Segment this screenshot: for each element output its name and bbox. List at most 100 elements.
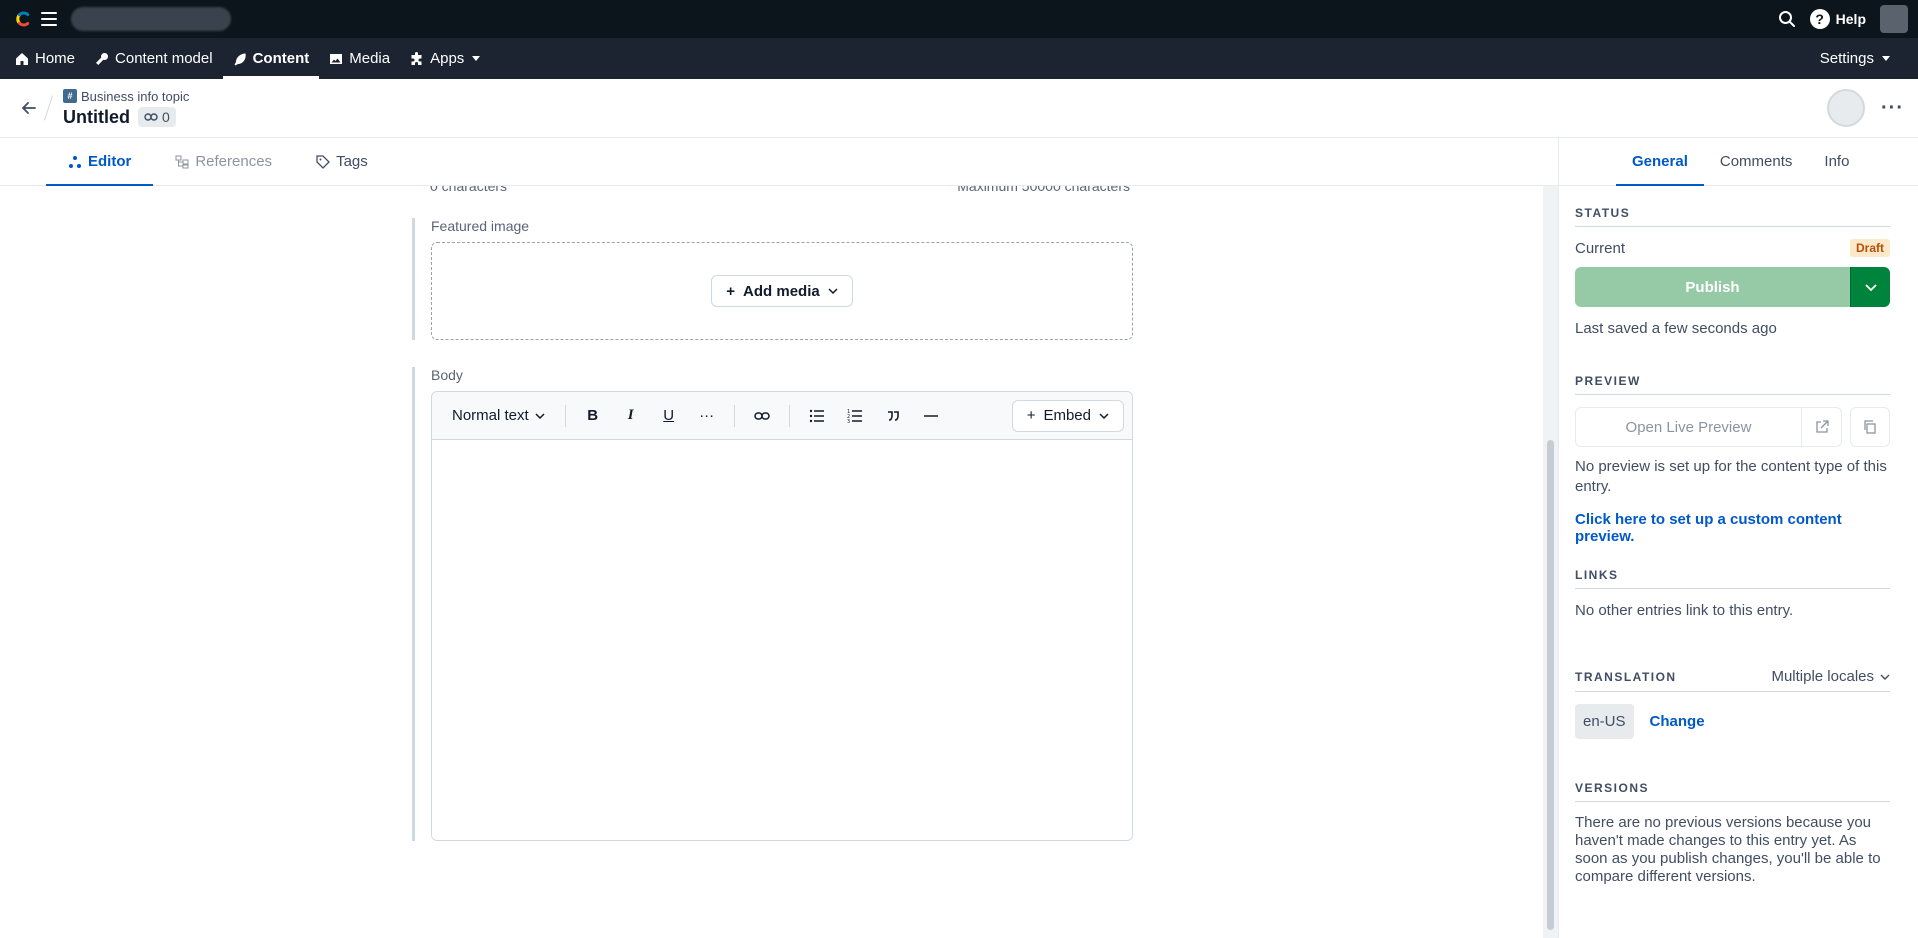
body-label: Body <box>431 367 463 383</box>
setup-preview-link[interactable]: Click here to set up a custom content pr… <box>1575 511 1890 545</box>
scrollbar-thumb[interactable] <box>1547 440 1554 930</box>
character-count: 0 characters <box>430 186 508 194</box>
editor-icon <box>69 155 81 168</box>
collaborator-avatar[interactable] <box>1827 89 1866 127</box>
media-dropzone[interactable]: + Add media <box>431 242 1133 340</box>
text-style-dropdown[interactable]: Normal text <box>440 407 557 424</box>
nav-content-label: Content <box>252 50 310 67</box>
nav-apps[interactable]: Apps <box>400 38 490 79</box>
bulleted-list-icon[interactable] <box>798 400 836 432</box>
link-count-badge[interactable]: 0 <box>138 107 176 127</box>
references-icon <box>175 155 189 168</box>
featured-image-field: Featured image + Add media <box>412 218 1133 340</box>
tab-references-label: References <box>195 153 273 170</box>
nav-content[interactable]: Content <box>222 38 320 79</box>
chevron-down-icon <box>1882 56 1890 61</box>
text-style-label: Normal text <box>452 407 529 424</box>
search-icon[interactable] <box>1778 10 1796 28</box>
add-media-button[interactable]: + Add media <box>711 275 853 307</box>
chevron-down-icon <box>472 56 481 61</box>
wrench-icon <box>96 52 109 65</box>
add-media-label: Add media <box>743 282 820 300</box>
menu-icon[interactable] <box>41 12 57 26</box>
home-icon <box>16 52 28 65</box>
entry-sidebar: General Comments Info STATUS Current Dra… <box>1558 138 1918 938</box>
featured-image-label: Featured image <box>431 218 530 234</box>
back-arrow-icon[interactable] <box>20 99 38 117</box>
nav-apps-label: Apps <box>430 50 465 67</box>
versions-heading: VERSIONS <box>1575 781 1890 802</box>
plus-icon: + <box>1026 407 1036 424</box>
tab-editor-label: Editor <box>88 153 132 170</box>
quote-icon[interactable] <box>874 400 912 432</box>
embed-button[interactable]: + Embed <box>1011 399 1124 432</box>
tab-general[interactable]: General <box>1616 138 1704 186</box>
more-options-icon[interactable]: ··· <box>1881 97 1904 120</box>
tab-tags-label: Tags <box>336 153 368 170</box>
tab-editor[interactable]: Editor <box>46 138 154 186</box>
open-live-preview-button[interactable]: Open Live Preview <box>1575 407 1802 447</box>
puzzle-icon <box>411 51 422 65</box>
svg-text:3: 3 <box>847 419 850 423</box>
external-link-icon[interactable] <box>1802 407 1842 447</box>
body-field: Body Normal text B I U ··· 1 2 3 + Embed <box>412 367 1133 841</box>
nav-media[interactable]: Media <box>319 38 400 79</box>
character-max: Maximum 50000 characters <box>957 186 1130 194</box>
link-icon <box>144 113 158 121</box>
italic-icon[interactable]: I <box>612 400 650 432</box>
contentful-logo-icon[interactable] <box>13 9 33 29</box>
nav-settings[interactable]: Settings <box>1810 38 1900 79</box>
locale-mode-label: Multiple locales <box>1771 668 1874 685</box>
tab-info[interactable]: Info <box>1808 138 1865 185</box>
nav-home[interactable]: Home <box>0 38 85 79</box>
versions-section: VERSIONS There are no previous versions … <box>1575 781 1890 886</box>
status-current-label: Current <box>1575 239 1626 257</box>
horizontal-rule-icon[interactable] <box>912 400 950 432</box>
nav-content-model[interactable]: Content model <box>85 38 223 79</box>
link-icon[interactable] <box>743 400 781 432</box>
chevron-down-icon <box>828 288 838 294</box>
bold-icon[interactable]: B <box>574 400 612 432</box>
numbered-list-icon[interactable]: 123 <box>836 400 874 432</box>
breadcrumb-divider <box>44 95 53 121</box>
editor-area: 0 characters Maximum 50000 characters Fe… <box>0 186 1543 938</box>
status-badge: Draft <box>1849 239 1890 257</box>
user-avatar[interactable] <box>1880 5 1908 33</box>
underline-icon[interactable]: U <box>650 400 688 432</box>
copy-icon[interactable] <box>1850 407 1890 447</box>
translation-section: TRANSLATION Multiple locales en-US Chang… <box>1575 668 1890 739</box>
sidebar-tabs: General Comments Info <box>1559 138 1918 186</box>
links-heading: LINKS <box>1575 568 1890 589</box>
locale-mode-dropdown[interactable]: Multiple locales <box>1771 668 1890 685</box>
publish-button[interactable]: Publish <box>1575 267 1850 307</box>
help-label: Help <box>1835 11 1866 27</box>
chevron-down-icon <box>1864 283 1877 291</box>
more-formatting-icon[interactable]: ··· <box>688 400 726 432</box>
toolbar-divider <box>733 404 735 427</box>
help-icon: ? <box>1809 9 1830 29</box>
rich-text-body[interactable] <box>432 440 1132 840</box>
chevron-down-icon <box>535 412 545 419</box>
tab-tags[interactable]: Tags <box>294 138 390 185</box>
help-button[interactable]: ? Help <box>1809 9 1866 29</box>
publish-options-button[interactable] <box>1850 267 1890 307</box>
change-locale-link[interactable]: Change <box>1650 713 1705 730</box>
preview-heading: PREVIEW <box>1575 374 1890 395</box>
scrollbar[interactable] <box>1543 186 1558 938</box>
content-type-label: # Business info topic <box>63 89 189 104</box>
nav-settings-label: Settings <box>1819 50 1874 67</box>
locale-pill: en-US <box>1575 704 1634 739</box>
status-heading: STATUS <box>1575 206 1890 227</box>
content-type-name: Business info topic <box>81 88 190 104</box>
content-type-icon: # <box>63 89 77 103</box>
status-section: STATUS Current Draft Publish Last saved … <box>1575 206 1890 339</box>
main-nav: Home Content model Content Media Apps Se… <box>0 38 1918 79</box>
entry-tabs: Editor References Tags <box>0 138 1558 186</box>
preview-section: PREVIEW Open Live Preview No preview is … <box>1575 374 1890 545</box>
image-icon <box>330 53 343 64</box>
tab-references[interactable]: References <box>153 138 294 185</box>
tab-comments[interactable]: Comments <box>1704 138 1809 185</box>
last-saved-text: Last saved a few seconds ago <box>1575 320 1777 337</box>
space-switcher[interactable] <box>71 7 231 31</box>
links-section: LINKS No other entries link to this entr… <box>1575 568 1890 621</box>
